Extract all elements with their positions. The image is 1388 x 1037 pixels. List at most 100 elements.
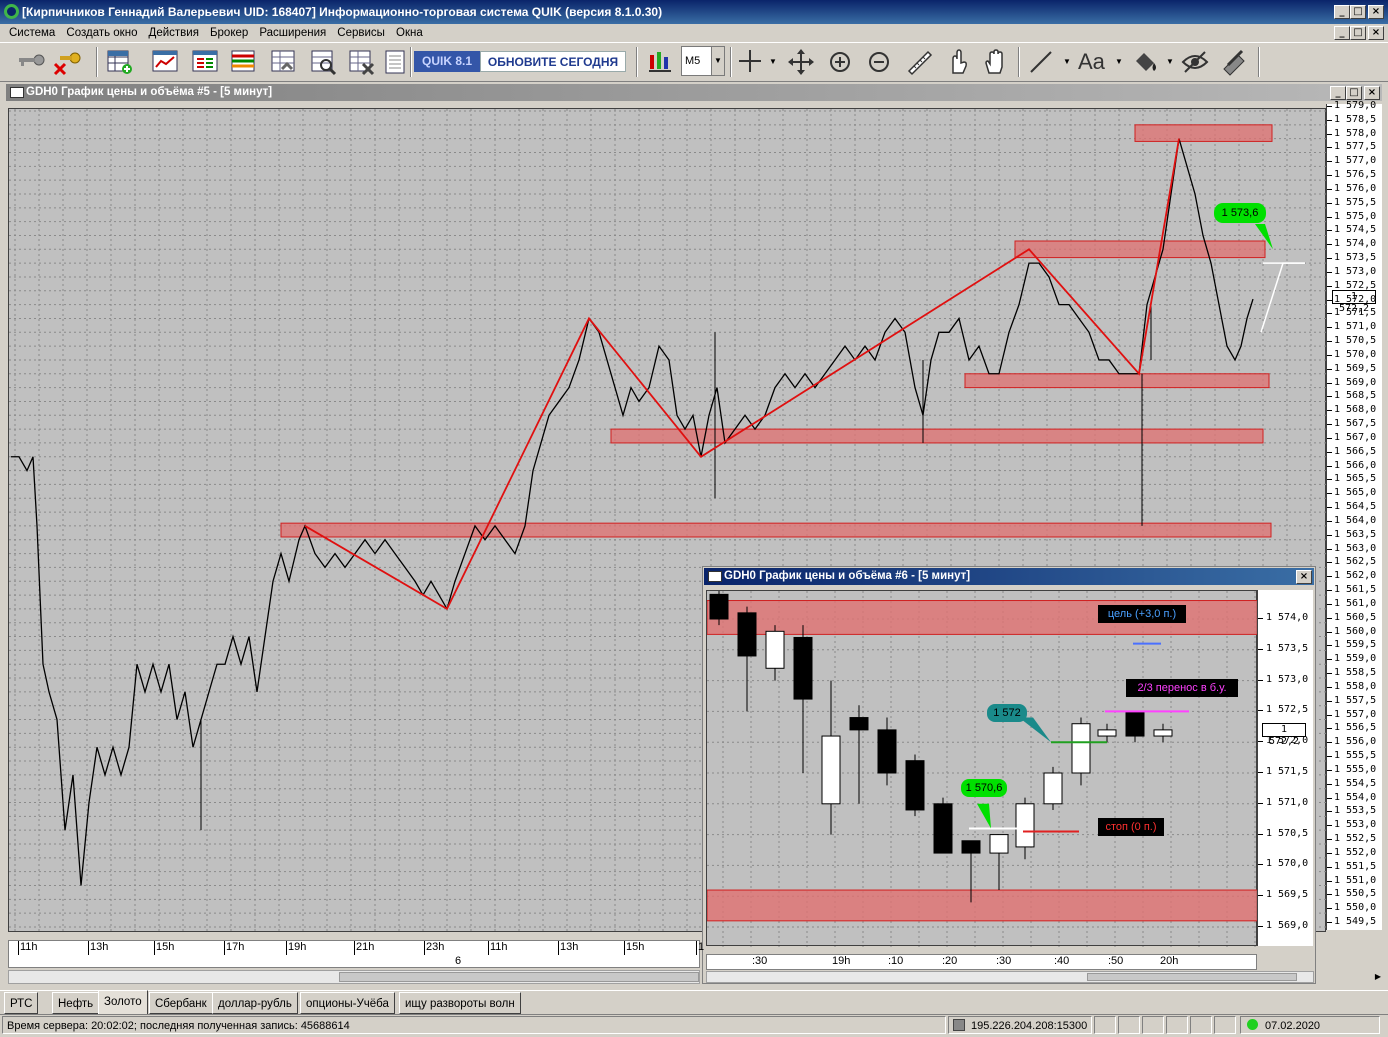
breakeven-label[interactable]: 2/3 перенос в б.у. xyxy=(1126,679,1238,697)
target-label[interactable]: цель (+3,0 п.) xyxy=(1098,605,1186,623)
fill-dropdown-icon[interactable]: ▼ xyxy=(1166,57,1174,66)
tab-sberbank[interactable]: Сбербанк xyxy=(149,992,213,1014)
price-axis-label: 1 573,0 xyxy=(1266,673,1309,685)
price-axis-label: 1 568,0 xyxy=(1334,404,1377,416)
price-zone xyxy=(280,522,1272,538)
price-axis-label: 1 564,5 xyxy=(1334,501,1377,513)
pointer-hand-icon[interactable] xyxy=(942,47,972,77)
zoom-out-icon[interactable] xyxy=(864,47,894,77)
callout-pointer xyxy=(1019,717,1051,743)
price-axis-label: 1 579,0 xyxy=(1334,100,1377,111)
menu-extensions[interactable]: Расширения xyxy=(255,24,330,42)
search-table-icon[interactable] xyxy=(308,47,338,77)
chart2-plot-area[interactable] xyxy=(706,588,1259,947)
fill-bucket-icon[interactable] xyxy=(1130,47,1160,77)
tab-oil[interactable]: Нефть xyxy=(52,992,100,1014)
pan-hand-icon[interactable] xyxy=(980,47,1010,77)
tab-gold[interactable]: Золото xyxy=(98,990,148,1014)
price-axis-tick xyxy=(1327,188,1332,190)
chart1-scroll-thumb[interactable] xyxy=(339,972,699,982)
mdi-minimize-button[interactable]: _ xyxy=(1334,26,1350,40)
candle-body xyxy=(989,834,1009,854)
chart1-maximize-button[interactable]: □ xyxy=(1346,86,1362,100)
minimize-button[interactable]: _ xyxy=(1334,5,1350,19)
menu-create-window[interactable]: Создать окно xyxy=(62,24,141,42)
tab-rts[interactable]: РТС xyxy=(4,992,39,1014)
price-axis-label: 1 564,0 xyxy=(1334,514,1377,526)
chart2-canvas[interactable] xyxy=(706,588,1259,947)
time-axis-tick xyxy=(18,941,19,955)
chart2-close-button[interactable]: × xyxy=(1296,570,1312,584)
price-axis-tick xyxy=(1327,465,1332,467)
timeframe-dropdown-arrow[interactable]: ▼ xyxy=(711,47,724,75)
crosshair-dropdown-icon[interactable]: ▼ xyxy=(769,57,777,66)
price-axis-tick xyxy=(1327,562,1332,564)
chart1-close-button[interactable]: × xyxy=(1364,86,1380,100)
price-axis-tick xyxy=(1327,299,1332,301)
mdi-close-button[interactable]: × xyxy=(1368,26,1384,40)
price-axis-tick xyxy=(1327,673,1332,675)
price-axis-label: 1 561,0 xyxy=(1334,597,1377,609)
time-axis-tick xyxy=(354,941,355,955)
quik-version-button[interactable]: QUIK 8.1 xyxy=(414,51,480,72)
chart2-title-bar[interactable]: GDH0 График цены и объёма #6 - [5 минут] xyxy=(704,568,1314,585)
stop-label[interactable]: стоп (0 п.) xyxy=(1098,818,1164,836)
trendline-icon[interactable] xyxy=(1026,47,1056,77)
price-axis-label: 1 553,0 xyxy=(1334,819,1377,831)
orders-table-icon[interactable] xyxy=(228,47,258,77)
menu-system[interactable]: Система xyxy=(5,24,59,42)
time-axis-label: 13h xyxy=(560,941,579,953)
price-callout[interactable]: 1 573,6 xyxy=(1214,203,1266,223)
time-axis-tick xyxy=(424,941,425,955)
new-table-icon[interactable] xyxy=(104,47,134,77)
price-zone xyxy=(706,889,1259,922)
maximize-button[interactable]: □ xyxy=(1350,5,1366,19)
chart2-horizontal-scrollbar[interactable] xyxy=(706,971,1314,983)
hide-eye-icon[interactable] xyxy=(1180,47,1210,77)
update-today-button[interactable]: ОБНОВИТЕ СЕГОДНЯ xyxy=(480,51,626,72)
stop-orders-icon[interactable] xyxy=(380,47,410,77)
disconnect-key-icon[interactable] xyxy=(52,47,82,77)
chart-window-icon[interactable] xyxy=(150,47,180,77)
move-arrows-icon[interactable] xyxy=(786,47,816,77)
chart1-minimize-button[interactable]: _ xyxy=(1330,86,1346,100)
candle-body xyxy=(877,729,897,774)
chart1-title-bar[interactable]: GDH0 График цены и объёма #5 - [5 минут] xyxy=(6,84,1382,101)
delete-drawings-icon[interactable] xyxy=(1220,47,1250,77)
candle-body xyxy=(961,840,981,854)
menu-windows[interactable]: Окна xyxy=(392,24,427,42)
text-tool-button[interactable]: Aa xyxy=(1078,47,1112,77)
window-title-bar: [Кирпичников Геннадий Валерьевич UID: 16… xyxy=(0,0,1388,24)
tab-wave-reversals[interactable]: ищу развороты волн xyxy=(399,992,521,1014)
price-axis-tick xyxy=(1258,648,1263,650)
deals-table-icon[interactable] xyxy=(268,47,298,77)
tab-options-study[interactable]: опционы-Учёба xyxy=(300,992,395,1014)
menu-actions[interactable]: Действия xyxy=(145,24,203,42)
ruler-icon[interactable] xyxy=(904,47,934,77)
text-tool-dropdown-icon[interactable]: ▼ xyxy=(1115,57,1123,66)
connect-key-icon[interactable] xyxy=(16,47,46,77)
menu-broker[interactable]: Брокер xyxy=(206,24,252,42)
chart2-scroll-thumb[interactable] xyxy=(1087,973,1297,981)
tab-usd-rub[interactable]: доллар-рубль xyxy=(212,992,298,1014)
price-axis-tick xyxy=(1327,700,1332,702)
connection-status[interactable]: 195.226.204.208:15300 xyxy=(948,1016,1092,1034)
price-axis-tick xyxy=(1327,742,1332,744)
close-button[interactable]: × xyxy=(1368,5,1384,19)
menu-services[interactable]: Сервисы xyxy=(333,24,389,42)
chart1-scroll-right-arrow[interactable]: ▶ xyxy=(1373,970,1383,984)
crosshair-icon[interactable] xyxy=(736,47,776,77)
quik-app-icon xyxy=(4,4,19,19)
trendline-dropdown-icon[interactable]: ▼ xyxy=(1063,57,1071,66)
quotes-window-icon[interactable] xyxy=(190,47,220,77)
chart1-horizontal-scrollbar[interactable] xyxy=(8,970,700,984)
delete-table-icon[interactable] xyxy=(346,47,376,77)
menu-bar: Система Создать окно Действия Брокер Рас… xyxy=(0,24,1388,42)
entry-callout[interactable]: 1 570,6 xyxy=(961,779,1007,797)
time-axis-label: :40 xyxy=(1054,955,1070,967)
mdi-restore-button[interactable]: □ xyxy=(1350,26,1366,40)
level-callout[interactable]: 1 572 xyxy=(987,704,1027,722)
chart-settings-icon[interactable] xyxy=(646,47,676,77)
zoom-in-icon[interactable] xyxy=(825,47,855,77)
candle-body xyxy=(793,636,813,700)
